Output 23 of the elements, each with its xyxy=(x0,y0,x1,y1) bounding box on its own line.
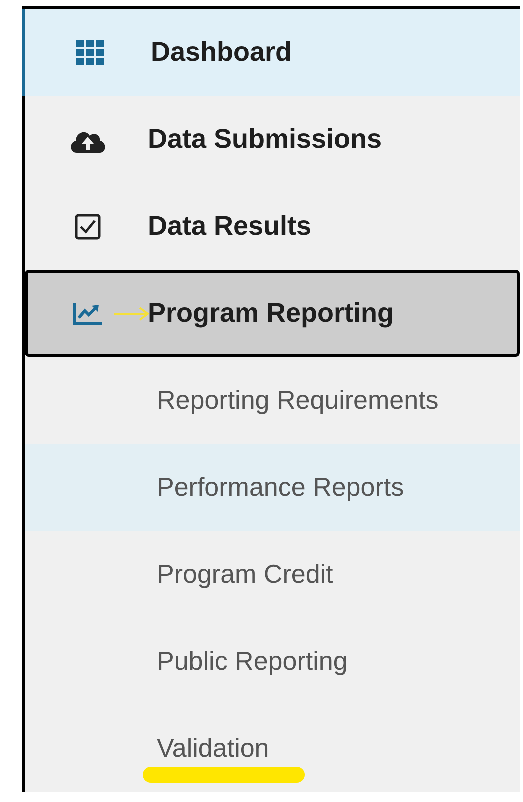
nav-label: Data Results xyxy=(148,210,312,244)
sub-nav-item[interactable]: Performance Reports xyxy=(25,444,520,531)
highlight-underline-icon xyxy=(143,765,305,785)
line-chart-icon xyxy=(73,302,103,326)
sub-nav-item[interactable]: Validation xyxy=(25,705,520,792)
sub-nav-label: Public Reporting xyxy=(157,646,348,676)
nav-item[interactable]: Data Submissions xyxy=(25,96,520,183)
nav-item[interactable]: Program Reporting xyxy=(25,270,520,357)
nav-label: Dashboard xyxy=(151,36,292,70)
sub-nav-label: Program Credit xyxy=(157,559,334,589)
nav-label: Data Submissions xyxy=(148,123,382,156)
sub-nav-label: Performance Reports xyxy=(157,472,404,502)
sub-nav-item[interactable]: Program Credit xyxy=(25,531,520,618)
sub-nav-item[interactable]: Reporting Requirements xyxy=(25,357,520,444)
sub-nav-label: Reporting Requirements xyxy=(157,385,439,415)
nav-label: Program Reporting xyxy=(148,297,394,330)
nav-item[interactable]: Data Results xyxy=(25,183,520,270)
nav-item[interactable]: Dashboard xyxy=(22,9,520,96)
sub-nav-item[interactable]: Public Reporting xyxy=(25,618,520,705)
arrow-annotation-icon xyxy=(114,306,150,320)
sub-nav-label: Validation xyxy=(157,733,270,763)
checkbox-icon xyxy=(75,214,101,240)
grid-icon xyxy=(76,40,106,66)
